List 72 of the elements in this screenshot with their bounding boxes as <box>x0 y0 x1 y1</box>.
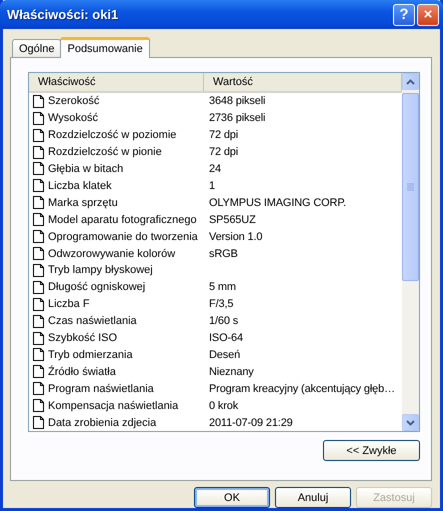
property-value: Deseń <box>208 348 242 361</box>
property-value: Version 1.0 <box>208 230 264 243</box>
property-name: Liczba F <box>48 298 90 310</box>
property-value: 1 <box>208 180 216 192</box>
simple-view-button[interactable]: << Zwykłe <box>323 440 420 461</box>
document-icon <box>33 298 44 311</box>
document-icon <box>33 146 44 159</box>
property-name: Tryb lampy błyskowej <box>48 264 153 276</box>
property-value: Program kreacyjny (akcentujący głęb… <box>208 382 396 395</box>
property-value: 72 dpi <box>208 146 240 158</box>
dialog-button[interactable]: OK <box>194 487 270 508</box>
property-value: 3648 pikseli <box>208 95 266 108</box>
document-icon <box>33 179 44 192</box>
property-value: F/3,5 <box>208 298 234 310</box>
document-icon <box>33 348 44 362</box>
tab[interactable]: Podsumowanie <box>60 37 150 58</box>
property-name: Długość ogniskowej <box>48 281 146 294</box>
property-name: Oprogramowanie do tworzenia <box>48 230 198 243</box>
document-icon <box>33 213 44 226</box>
property-name: Liczba klatek <box>48 180 112 192</box>
property-name: Źródło światła <box>48 366 116 378</box>
dialog-button[interactable]: Anuluj <box>275 487 351 508</box>
document-icon <box>33 399 44 412</box>
window-title: Właściwości: oki1 <box>7 7 120 22</box>
property-name: Model aparatu fotograficznego <box>48 214 197 226</box>
property-name: Szerokość <box>48 95 100 108</box>
property-name: Marka sprzętu <box>48 196 118 209</box>
property-value: 24 <box>208 162 222 175</box>
property-name: Kompensacja naświetlania <box>48 400 178 412</box>
document-icon <box>33 280 44 294</box>
property-value: 0 krok <box>208 400 240 412</box>
tab[interactable]: Ogólne <box>12 39 62 57</box>
property-name: Głębia w bitach <box>48 162 124 175</box>
scroll-thumb[interactable] <box>402 93 419 281</box>
property-name: Rozdzielczość w pionie <box>48 146 162 158</box>
property-name: Tryb odmierzania <box>48 348 133 361</box>
property-name: Rozdzielczość w poziomie <box>48 129 176 142</box>
document-icon <box>33 247 44 260</box>
property-value: ISO-64 <box>208 332 244 344</box>
property-name: Czas naświetlania <box>48 315 137 328</box>
grip-icon <box>407 183 414 191</box>
document-icon <box>33 94 44 108</box>
property-value: 5 mm <box>208 281 237 294</box>
scrollbar[interactable] <box>402 73 419 431</box>
document-icon <box>33 162 44 176</box>
document-icon <box>33 196 44 210</box>
scroll-up-icon[interactable] <box>406 78 415 84</box>
property-value: 72 dpi <box>208 129 240 142</box>
help-button[interactable]: ? <box>393 4 415 26</box>
property-name: Odwzorowywanie kolorów <box>48 248 176 260</box>
property-value: 2011-07-09 21:29 <box>208 416 294 429</box>
document-icon <box>33 314 44 328</box>
property-value: OLYMPUS IMAGING CORP. <box>208 196 348 209</box>
column-header[interactable]: Właściwość <box>29 73 204 91</box>
document-icon <box>33 264 44 277</box>
property-value: Nieznany <box>208 366 255 378</box>
property-value: 1/60 s <box>208 315 240 328</box>
property-value: sRGB <box>208 248 239 260</box>
document-icon <box>33 365 44 378</box>
property-name: Program naświetlania <box>48 382 154 395</box>
document-icon <box>33 416 44 430</box>
property-value: SP565UZ <box>208 214 257 226</box>
document-icon <box>33 112 44 125</box>
property-name: Wysokość <box>48 112 98 124</box>
scroll-down-icon[interactable] <box>406 420 415 426</box>
property-name: Szybkość ISO <box>48 332 118 344</box>
document-icon <box>33 332 44 345</box>
document-icon <box>33 128 44 142</box>
document-icon <box>33 230 44 244</box>
property-name: Data zrobienia zdjecia <box>48 416 156 429</box>
document-icon <box>33 382 44 396</box>
property-value: 2736 pikseli <box>208 112 266 124</box>
